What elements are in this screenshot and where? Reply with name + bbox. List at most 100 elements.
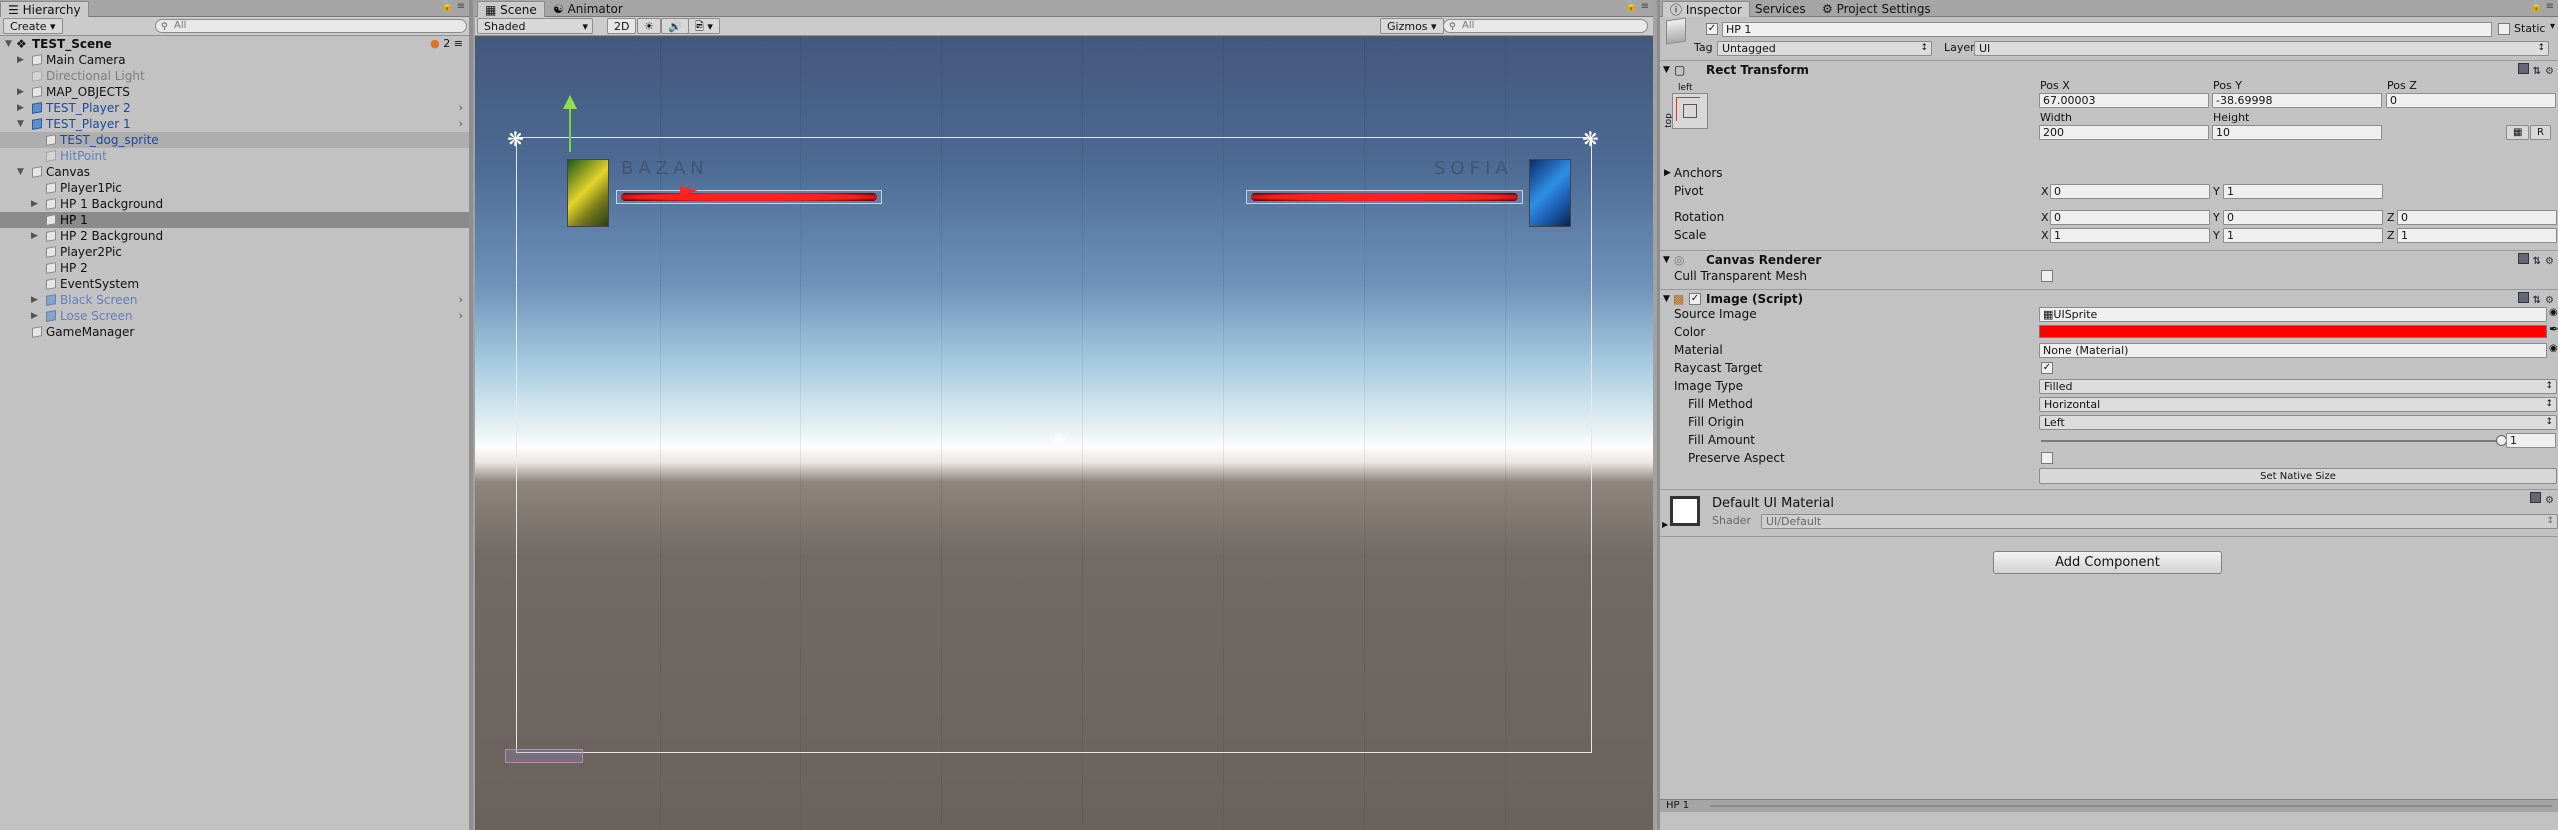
panel-menu-icon[interactable]: 🔒 ≡ <box>2530 1 2554 12</box>
posz-field[interactable]: 0 <box>2386 93 2556 108</box>
object-picker-icon[interactable]: ◉ <box>2549 307 2558 318</box>
chevron-right-icon[interactable]: › <box>459 292 463 308</box>
help-icon[interactable] <box>2517 253 2529 264</box>
expand-arrow-icon[interactable]: ▼ <box>5 36 12 52</box>
tab-scene[interactable]: ▦ Scene <box>477 1 545 17</box>
static-dropdown-icon[interactable]: ▾ <box>2550 21 2555 32</box>
scene-viewport[interactable]: ❋ ❋ BAZAN SOFIA ✺ <box>475 37 1653 830</box>
tree-item[interactable]: ▶ MAP_OBJECTS <box>0 84 469 100</box>
hp1-bar[interactable] <box>616 190 882 204</box>
scene-search-input[interactable]: ⚲ All <box>1443 19 1648 33</box>
tree-item-selected[interactable]: HP 1 <box>0 212 469 228</box>
tree-item[interactable]: ▶ Lose Screen › <box>0 308 469 324</box>
rot-x-field[interactable]: 0 <box>2050 210 2210 225</box>
lighting-toggle-icon[interactable]: ☀ <box>637 18 661 34</box>
layer-dropdown[interactable]: UI <box>1974 41 2549 56</box>
audio-toggle-icon[interactable]: 🔊 <box>661 18 689 34</box>
cull-checkbox[interactable] <box>2041 270 2053 282</box>
pivot-x-field[interactable]: 0 <box>2050 184 2210 199</box>
panel-menu-icon[interactable]: 🔒 ≡ <box>1625 1 1649 12</box>
scale-x-field[interactable]: 1 <box>2050 228 2210 243</box>
collapsed-arrow-icon[interactable]: ▶ <box>31 228 38 244</box>
chevron-right-icon[interactable]: › <box>459 100 463 116</box>
preserve-checkbox[interactable] <box>2041 452 2053 464</box>
collapsed-arrow-icon[interactable]: ▶ <box>31 308 38 324</box>
gizmos-dropdown[interactable]: Gizmos ▾ <box>1380 18 1444 34</box>
tab-services[interactable]: Services <box>1748 1 1813 17</box>
collapsed-arrow-icon[interactable]: ▶ <box>17 84 24 100</box>
component-actions[interactable]: ⇅ ⚙ <box>2514 63 2554 81</box>
source-image-field[interactable]: ▦UISprite <box>2039 307 2547 322</box>
hp2-bar[interactable] <box>1246 190 1523 204</box>
anchor-handle-icon[interactable]: ❋ <box>1582 127 1599 151</box>
hierarchy-search-input[interactable]: ⚲ All <box>155 19 467 33</box>
tree-item[interactable]: ▶ HP 2 Background <box>0 228 469 244</box>
posx-field[interactable]: 67.00003 <box>2039 93 2209 108</box>
move-gizmo-arrow-icon[interactable] <box>563 95 577 109</box>
anchor-preset-button[interactable] <box>1672 93 1708 129</box>
image-enabled-checkbox[interactable]: ✓ <box>1689 293 1701 305</box>
tree-item[interactable]: ▶ Main Camera <box>0 52 469 68</box>
help-icon[interactable] <box>2517 292 2529 303</box>
raycast-checkbox[interactable]: ✓ <box>2041 362 2053 374</box>
set-native-size-button[interactable]: Set Native Size <box>2039 468 2557 484</box>
shader-dropdown[interactable]: UI/Default <box>1761 514 2558 529</box>
tree-item[interactable]: TEST_dog_sprite <box>0 132 469 148</box>
fill-amount-slider-track[interactable] <box>2041 440 2501 442</box>
tree-item[interactable]: GameManager <box>0 324 469 340</box>
tab-hierarchy[interactable]: ☰ Hierarchy <box>0 1 89 17</box>
expand-arrow-icon[interactable]: ▼ <box>17 116 24 132</box>
preset-icon[interactable]: ⇅ <box>2533 66 2541 77</box>
tree-item[interactable]: ▶ Black Screen › <box>0 292 469 308</box>
tab-animator[interactable]: ☯ Animator <box>546 1 630 17</box>
collapsed-arrow-icon[interactable]: ▶ <box>17 100 24 116</box>
width-field[interactable]: 200 <box>2039 125 2209 140</box>
help-icon[interactable] <box>2517 63 2529 74</box>
rot-z-field[interactable]: 0 <box>2397 210 2557 225</box>
image-type-dropdown[interactable]: Filled <box>2039 379 2557 394</box>
height-field[interactable]: 10 <box>2212 125 2382 140</box>
move-gizmo-x-arrow-icon[interactable] <box>680 186 698 196</box>
chevron-right-icon[interactable]: › <box>459 116 463 132</box>
scene-badge[interactable]: ● 2 ≡ <box>430 36 463 52</box>
create-button[interactable]: Create ▾ <box>3 18 63 34</box>
preset-icon[interactable]: ⇅ <box>2533 256 2541 267</box>
tab-inspector[interactable]: ⓘ Inspector <box>1662 1 1750 17</box>
pivot-y-field[interactable]: 1 <box>2223 184 2383 199</box>
tag-dropdown[interactable]: Untagged <box>1717 41 1932 56</box>
tree-item[interactable]: ▼ TEST_Player 1 › <box>0 116 469 132</box>
expand-arrow-icon[interactable]: ▼ <box>17 164 24 180</box>
collapsed-arrow-icon[interactable]: ▶ <box>17 52 24 68</box>
tree-item[interactable]: Directional Light <box>0 68 469 84</box>
gear-icon[interactable]: ⚙ <box>2545 66 2554 77</box>
eyedropper-icon[interactable]: ✒ <box>2549 322 2558 336</box>
gear-icon[interactable]: ⚙ <box>2545 495 2554 506</box>
shading-dropdown[interactable]: Shaded ▾ <box>477 18 593 34</box>
color-swatch[interactable] <box>2039 325 2547 338</box>
tree-item[interactable]: HitPoint <box>0 148 469 164</box>
gear-icon[interactable]: ⚙ <box>2545 256 2554 267</box>
scene-root-row[interactable]: ▼ ❖ TEST_Scene ● 2 ≡ <box>0 36 469 52</box>
fold-arrow-icon[interactable]: ▶ <box>1664 164 1671 182</box>
anchors-row[interactable]: ▶ Anchors <box>1660 164 2558 182</box>
tab-project-settings[interactable]: ⚙ Project Settings <box>1815 1 1938 17</box>
scale-z-field[interactable]: 1 <box>2397 228 2557 243</box>
chevron-right-icon[interactable]: › <box>459 308 463 324</box>
fill-amount-field[interactable]: 1 <box>2506 433 2556 448</box>
material-actions[interactable]: ⚙ <box>2526 492 2554 506</box>
fold-arrow-icon[interactable]: ▶ <box>1662 520 1668 529</box>
toggle-2d-button[interactable]: 2D <box>607 18 637 34</box>
object-picker-icon[interactable]: ◉ <box>2549 343 2558 354</box>
blueprint-mode-button[interactable]: ▦ <box>2506 125 2530 140</box>
raw-edit-button[interactable]: R <box>2530 125 2551 140</box>
tree-item[interactable]: Player2Pic <box>0 244 469 260</box>
tree-item[interactable]: Player1Pic <box>0 180 469 196</box>
tree-item[interactable]: ▼ Canvas <box>0 164 469 180</box>
material-field[interactable]: None (Material) <box>2039 343 2547 358</box>
posy-field[interactable]: -38.69998 <box>2212 93 2382 108</box>
rect-transform-header[interactable]: ▼ ▢ Rect Transform ⇅ ⚙ <box>1660 60 2558 78</box>
tree-item[interactable]: ▶ HP 1 Background <box>0 196 469 212</box>
collapsed-arrow-icon[interactable]: ▶ <box>31 292 38 308</box>
effects-dropdown-icon[interactable]: 🖻 ▾ <box>688 18 720 34</box>
tree-item[interactable]: HP 2 <box>0 260 469 276</box>
